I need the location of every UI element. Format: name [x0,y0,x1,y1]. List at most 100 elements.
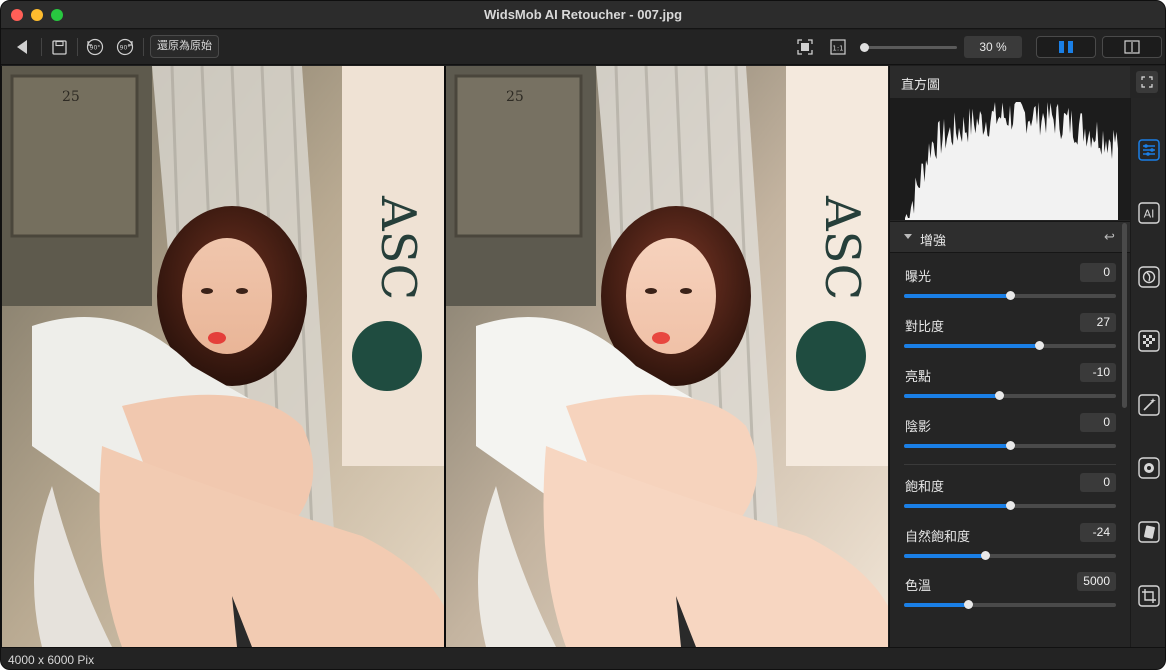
adjustment-slider[interactable] [904,391,1116,400]
adjustment-row: 對比度 27 [890,313,1130,366]
window-title: WidsMob AI Retoucher - 007.jpg [483,7,683,22]
reset-icon[interactable]: ↩ [1104,229,1115,245]
photo-canvas[interactable]: 25 ASC 25 ASC [1,66,888,647]
skin-tool-button[interactable] [1138,266,1160,288]
noise-icon [1138,330,1160,352]
adjustment-slider-fill [904,394,1000,398]
adjustment-slider[interactable] [904,600,1116,609]
adjustment-slider-fill [904,603,968,607]
adjustment-slider-knob[interactable] [1034,341,1044,350]
adjustment-row: 陰影 0 [890,413,1130,466]
adjustment-row: 曝光 0 [890,263,1130,316]
app-window: WidsMob AI Retoucher - 007.jpg 90° 90° 還… [0,0,1166,670]
fit-screen-button[interactable] [794,35,816,59]
adjustment-row: 自然飽和度 -24 [890,523,1130,576]
noise-tool-button[interactable] [1138,330,1160,352]
adjustment-value-field[interactable]: 0 [1080,263,1116,282]
adjustment-value-field[interactable]: -24 [1080,523,1116,542]
svg-text:ASC: ASC [814,195,870,300]
adjustment-row: 色溫 5000 [890,572,1130,625]
adjustment-slider[interactable] [904,551,1116,560]
enhance-section-title: 增強 [920,233,947,248]
adjustment-label: 飽和度 [905,479,945,494]
rotate-left-button[interactable]: 90° [84,35,106,59]
retouched-photo-image: 25 ASC [446,66,888,647]
zoom-slider-knob[interactable] [859,43,869,52]
original-photo[interactable]: 25 ASC [2,66,444,647]
compare-view-button[interactable] [1102,36,1162,58]
expand-button[interactable] [1136,71,1158,93]
adjustment-slider-fill [904,444,1010,448]
histogram-graph [905,102,1118,220]
skin-icon [1138,266,1160,288]
status-bar: 4000 x 6000 Pix [1,647,1165,669]
ai-tool-button[interactable]: AI [1138,202,1160,224]
save-icon [51,39,67,55]
histogram-header: 直方圖 [890,66,1130,98]
adjustment-label: 色溫 [905,578,932,593]
title-bar: WidsMob AI Retoucher - 007.jpg [1,1,1165,29]
adjustment-slider-knob[interactable] [980,551,990,560]
save-button[interactable] [48,35,70,59]
back-button[interactable] [11,35,33,59]
back-arrow-icon [17,40,27,54]
rotate-right-label: 90° [120,45,131,52]
adjustment-label: 亮點 [905,369,932,384]
adjustment-slider[interactable] [904,441,1116,450]
toolbar: 90° 90° 還原為原始 1:1 30 % [1,30,1165,65]
toolbar-divider [143,38,144,56]
crop-tool-button[interactable] [1138,585,1160,607]
retouched-photo[interactable]: 25 ASC [446,66,888,647]
portrait-tool-button[interactable] [1138,521,1160,543]
actual-size-icon: 1:1 [830,39,846,55]
svg-text:25: 25 [506,89,524,105]
magic-tool-button[interactable] [1138,394,1160,416]
actual-size-button[interactable]: 1:1 [827,35,849,59]
adjust-tool-button[interactable] [1138,139,1160,161]
adjustment-label: 自然飽和度 [905,529,971,544]
crop-icon [1138,585,1160,607]
adjustment-slider[interactable] [904,291,1116,300]
adjustment-divider [904,464,1116,465]
adjustment-slider-knob[interactable] [995,391,1005,400]
svg-text:25: 25 [62,89,80,105]
collapse-arrow-icon[interactable] [904,234,912,239]
compare-view-icon [1124,40,1140,54]
histogram-shape [905,102,1118,220]
rotate-right-button[interactable]: 90° [114,35,136,59]
adjustment-slider-fill [904,554,985,558]
adjust-icon [1138,139,1160,161]
restore-original-button[interactable]: 還原為原始 [150,35,219,58]
adjustment-slider-knob[interactable] [1006,501,1015,510]
adjustment-slider-knob[interactable] [1006,441,1015,450]
adjustment-value-field[interactable]: 27 [1080,313,1116,332]
settings-icon [1138,457,1160,479]
adjustment-panel: 直方圖 增強 ↩ 曝光 0 對比度 27 亮點 -10 陰影 0 飽和度 0 自然飽和度 -24 色溫 5… [889,66,1165,647]
adjustment-slider[interactable] [904,501,1116,510]
adjustment-value-field[interactable]: 0 [1080,413,1116,432]
adjustment-value-field[interactable]: 0 [1080,473,1116,492]
ai-icon: AI [1138,202,1160,224]
portrait-icon [1138,521,1160,543]
adjustment-slider-fill [904,294,1010,298]
split-view-button[interactable] [1036,36,1096,58]
split-view-icon [1059,41,1073,53]
zoom-slider[interactable] [859,43,957,52]
adjustment-row: 飽和度 0 [890,473,1130,526]
adjustment-slider-knob[interactable] [963,600,973,609]
original-photo-image: 25 ASC [2,66,444,647]
adjustment-slider-fill [904,504,1010,508]
adjustment-slider-fill [904,344,1039,348]
svg-text:1:1: 1:1 [832,45,843,53]
adjustment-value-field[interactable]: -10 [1080,363,1116,382]
settings-tool-button[interactable] [1138,457,1160,479]
adjustment-slider-knob[interactable] [1006,291,1015,300]
enhance-section-header[interactable]: 增強 ↩ [890,221,1130,253]
adjustment-slider[interactable] [904,341,1116,350]
adjustment-value-field[interactable]: 5000 [1077,572,1116,591]
panel-scrollbar[interactable] [1122,223,1127,408]
histogram-title: 直方圖 [901,77,941,92]
fit-screen-icon [797,39,813,55]
zoom-value[interactable]: 30 % [964,36,1022,58]
adjustment-row: 亮點 -10 [890,363,1130,416]
